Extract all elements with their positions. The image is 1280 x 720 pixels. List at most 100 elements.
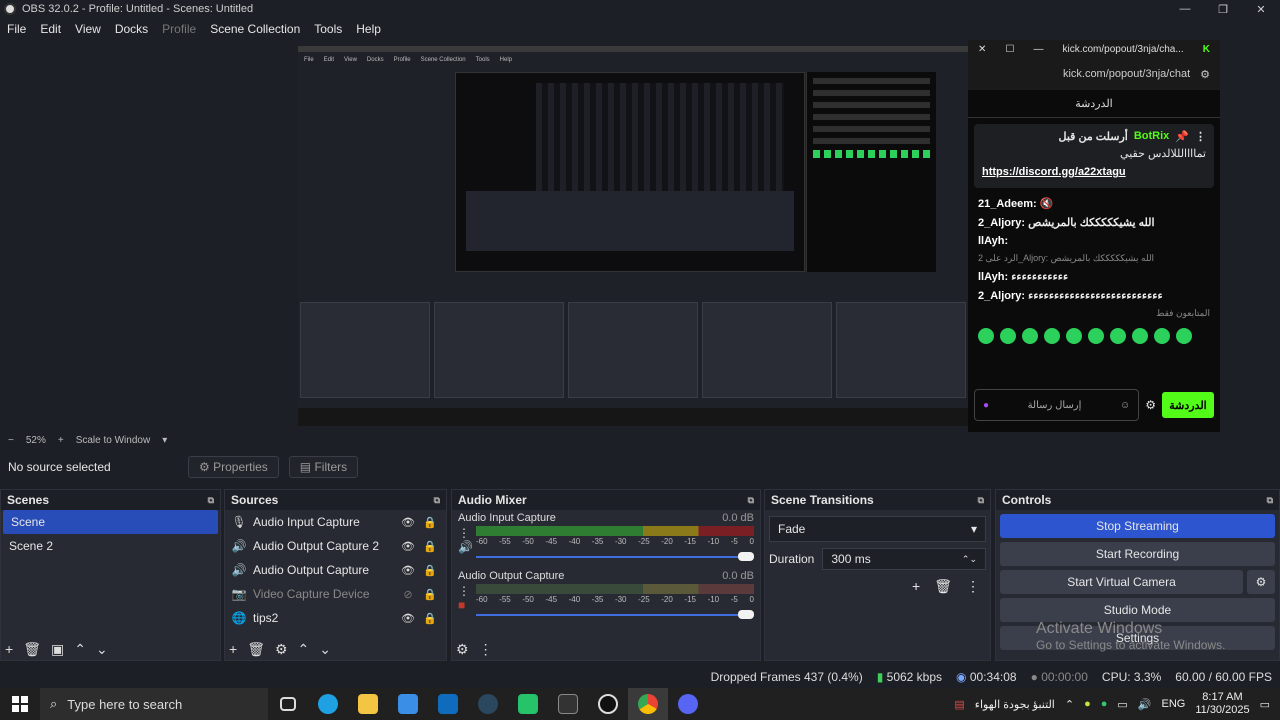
eye-icon[interactable]: 👁 [400, 540, 416, 553]
add-icon[interactable]: + [5, 641, 13, 658]
chat-close-icon[interactable]: ✕ [978, 44, 986, 55]
volume-slider[interactable] [476, 608, 754, 622]
pin-icon[interactable]: 📌 [1175, 130, 1189, 143]
stop-streaming-button[interactable]: Stop Streaming [1000, 514, 1275, 538]
menu-scene-collection[interactable]: Scene Collection [203, 22, 307, 36]
source-item[interactable]: 🎙 Audio Input Capture 👁 🔒 [225, 510, 446, 534]
pinned-link[interactable]: https://discord.gg/a22xtagu [982, 166, 1206, 178]
minimize-button[interactable]: — [1166, 0, 1204, 18]
steam-icon[interactable] [468, 688, 508, 720]
speaker-icon[interactable]: 🔊 [458, 540, 473, 554]
emote-icon[interactable] [1066, 328, 1082, 344]
volume-icon[interactable]: 🔊 [1138, 698, 1152, 711]
xbox-app-icon[interactable] [508, 688, 548, 720]
menu-tools[interactable]: Tools [307, 22, 349, 36]
volume-slider[interactable] [476, 550, 754, 564]
lock-icon[interactable]: 🔒 [422, 588, 438, 601]
eye-icon[interactable]: 👁 [400, 516, 416, 529]
menu-help[interactable]: Help [349, 22, 388, 36]
scene-item[interactable]: Scene [3, 510, 218, 534]
menu-profile[interactable]: Profile [155, 22, 203, 36]
kebab-menu-icon[interactable]: ⋮ ■ [458, 584, 472, 612]
emote-icon[interactable] [1000, 328, 1016, 344]
source-item[interactable]: 🔊 Audio Output Capture 👁 🔒 [225, 558, 446, 582]
undock-icon[interactable]: ⧉ [1267, 495, 1273, 506]
store-icon[interactable] [388, 688, 428, 720]
muted-speaker-icon[interactable]: ■ [458, 598, 465, 612]
start-virtual-camera-button[interactable]: Start Virtual Camera [1000, 570, 1243, 594]
trash-icon[interactable]: 🗑 [247, 641, 265, 658]
mic-icon[interactable]: ● [983, 400, 989, 411]
restore-button[interactable]: ❐ [1204, 0, 1242, 18]
lock-icon[interactable]: 🔒 [422, 612, 438, 625]
source-item[interactable]: 🌐 tips2 👁 🔒 [225, 606, 446, 630]
kebab-menu-icon[interactable]: ⋮ [966, 578, 980, 595]
duration-input[interactable]: 300 ms ⌃⌄ [822, 548, 986, 570]
zoom-out-button[interactable]: − [8, 435, 14, 446]
move-down-icon[interactable]: ⌄ [319, 641, 331, 658]
emote-icon[interactable] [1044, 328, 1060, 344]
emote-icon[interactable] [978, 328, 994, 344]
emote-icon[interactable] [1022, 328, 1038, 344]
spinner-icon[interactable]: ⌃⌄ [962, 554, 977, 565]
chrome-icon[interactable] [628, 688, 668, 720]
add-icon[interactable]: + [229, 641, 237, 658]
menu-file[interactable]: File [0, 22, 33, 36]
menu-edit[interactable]: Edit [33, 22, 68, 36]
start-button[interactable] [0, 696, 40, 712]
clock[interactable]: 8:17 AM 11/30/2025 [1195, 691, 1249, 717]
chat-minimize-icon[interactable]: — [1033, 44, 1043, 55]
eye-icon[interactable]: 👁 [400, 612, 416, 625]
taskbar-search[interactable]: ⌕ Type here to search [40, 688, 268, 720]
lock-icon[interactable]: 🔒 [422, 516, 438, 529]
chevron-down-icon[interactable]: ▾ [162, 435, 167, 446]
kebab-menu-icon[interactable]: ⋮ 🔊 [458, 526, 473, 554]
move-up-icon[interactable]: ⌃ [74, 641, 86, 658]
move-up-icon[interactable]: ⌃ [298, 641, 310, 658]
emoji-icon[interactable]: ☺ [1120, 400, 1130, 411]
preview-canvas[interactable]: File Edit View Docks Profile Scene Colle… [298, 46, 968, 426]
file-explorer-icon[interactable] [348, 688, 388, 720]
scale-mode[interactable]: Scale to Window [76, 435, 150, 446]
scene-item[interactable]: Scene 2 [1, 534, 220, 558]
discord-icon[interactable] [668, 688, 708, 720]
properties-button[interactable]: ⚙ Properties [188, 456, 279, 478]
eye-hidden-icon[interactable]: ⊘ [400, 588, 416, 601]
chat-username[interactable]: 2_Aljory: [978, 217, 1025, 229]
trash-icon[interactable]: 🗑 [23, 641, 41, 658]
epic-games-icon[interactable] [548, 688, 588, 720]
filter-icon[interactable]: ▣ [51, 641, 64, 658]
emote-icon[interactable] [1132, 328, 1148, 344]
gear-icon[interactable]: ⚙ [275, 641, 288, 658]
source-item[interactable]: 🔊 Audio Output Capture 2 👁 🔒 [225, 534, 446, 558]
add-icon[interactable]: + [912, 578, 920, 595]
outlook-icon[interactable] [428, 688, 468, 720]
chat-username[interactable]: 2_Aljory: [978, 290, 1025, 302]
menu-docks[interactable]: Docks [108, 22, 155, 36]
emote-icon[interactable] [1088, 328, 1104, 344]
undock-icon[interactable]: ⧉ [978, 495, 984, 506]
task-view-icon[interactable] [268, 688, 308, 720]
transition-select[interactable]: Fade ▾ [769, 516, 986, 542]
move-down-icon[interactable]: ⌄ [96, 641, 108, 658]
edge-icon[interactable] [308, 688, 348, 720]
close-button[interactable]: ✕ [1242, 0, 1280, 18]
chat-username[interactable]: 21_Adeem: [978, 198, 1037, 210]
lock-icon[interactable]: 🔒 [422, 564, 438, 577]
chevron-up-icon[interactable]: ⌃ [1065, 698, 1074, 711]
studio-mode-button[interactable]: Studio Mode [1000, 598, 1275, 622]
network-icon[interactable]: ▭ [1117, 698, 1127, 711]
eye-icon[interactable]: 👁 [400, 564, 416, 577]
weather-icon[interactable]: ▤ [954, 698, 964, 711]
emote-icon[interactable] [1154, 328, 1170, 344]
undock-icon[interactable]: ⧉ [748, 495, 754, 506]
advanced-audio-gear-icon[interactable]: ⚙ [456, 641, 469, 658]
undock-icon[interactable]: ⧉ [208, 495, 214, 506]
start-recording-button[interactable]: Start Recording [1000, 542, 1275, 566]
site-settings-icon[interactable]: ⚙ [1200, 68, 1210, 81]
tray-app-icon[interactable]: ● [1101, 698, 1108, 710]
language-indicator[interactable]: ENG [1162, 698, 1186, 710]
menu-view[interactable]: View [68, 22, 108, 36]
more-icon[interactable]: ⋮ [1195, 130, 1206, 143]
preview-area[interactable]: File Edit View Docks Profile Scene Colle… [0, 40, 1280, 432]
